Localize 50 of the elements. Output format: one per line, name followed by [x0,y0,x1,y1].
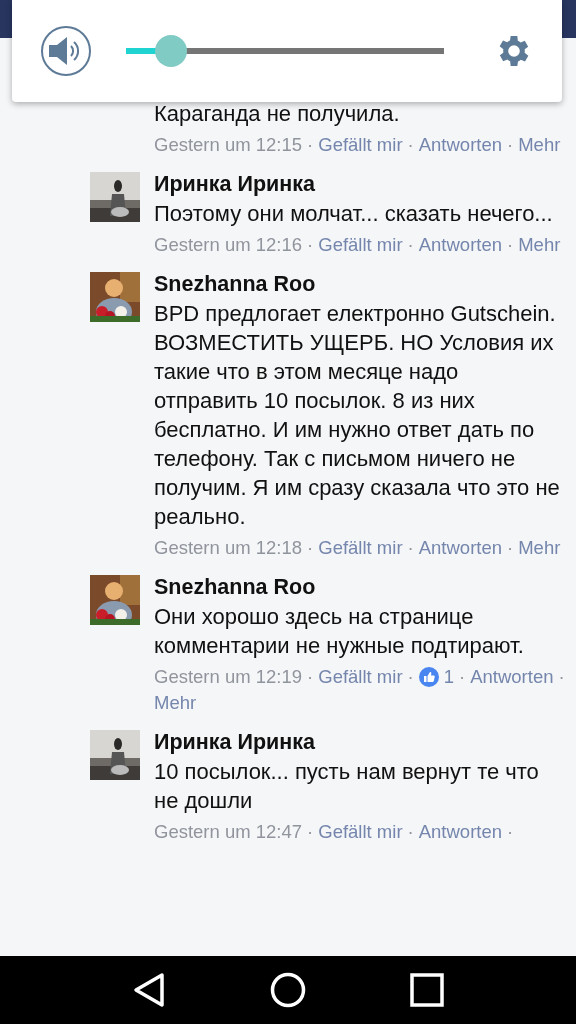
timestamp: Gestern um 12:16 [154,233,303,257]
author-name[interactable]: Snezhanna Roo [154,270,568,299]
comment-text: Караганда не получила. [154,100,401,128]
action-link[interactable]: Gefällt mir [318,664,403,690]
author-name[interactable]: Иринка Иринка [154,728,568,757]
action-link[interactable]: Mehr [518,132,561,158]
timestamp: Gestern um 12:19 [154,665,303,689]
action-link[interactable]: Antworten [418,132,503,158]
action-link[interactable]: Mehr [518,232,561,258]
separator-dot: · [307,536,314,560]
author-name[interactable]: Snezhanna Roo [154,573,568,602]
comment-text: Они хорошо здесь на странице комментарии не нужные подтирают. [154,603,525,660]
comment-text: Поэтому они молчат... сказать нечего... [154,200,554,228]
separator-dot: · [307,233,314,257]
separator-dot: · [307,820,314,844]
action-link[interactable]: Gefällt mir [318,819,403,845]
like-count: 1 [443,665,455,689]
timestamp: Gestern um 12:18 [154,536,303,560]
separator-dot: · [407,820,414,844]
separator-dot: · [459,665,466,689]
separator-dot: · [407,133,414,157]
action-link[interactable]: Antworten [418,232,503,258]
action-link[interactable]: Antworten [418,535,503,561]
separator-dot: · [558,665,565,689]
action-link[interactable]: Antworten [470,664,554,690]
separator-dot: · [507,536,514,560]
separator-dot: · [507,233,514,257]
action-link[interactable]: Gefällt mir [318,132,403,158]
separator-dot: · [407,665,414,689]
separator-dot: · [307,133,314,157]
home-button[interactable] [268,970,308,1010]
separator-dot: · [507,133,514,157]
author-name[interactable]: Иринка Иринка [154,170,568,199]
action-link[interactable]: Antworten [418,819,503,845]
volume-slider[interactable] [126,35,444,67]
separator-dot: · [507,820,514,844]
comment-text: BPD предлогает електронно Gutschein. ВОЗМЕСТИТЬ УЩЕРБ. НО Условия их такие что в этом месяце надо отправить 10 посылок. 8 из них бесплатно. И им нужно ответ дать по телефону. Так с письмом ничего не получим. Я им сразу сказала что это не реально. [154,300,561,531]
action-link[interactable]: Mehr [154,690,197,716]
slider-thumb[interactable] [154,35,187,67]
comment-text: 10 посылок... пусть нам вернут те что не дошли [154,758,540,815]
separator-dot: · [407,536,414,560]
separator-dot: · [307,665,314,689]
timestamp: Gestern um 12:47 [154,820,303,844]
timestamp: Gestern um 12:15 [154,133,303,157]
like-icon [418,667,439,687]
action-link[interactable]: Gefällt mir [318,535,403,561]
separator-dot: · [407,233,414,257]
action-link[interactable]: Mehr [518,535,561,561]
speaker-icon[interactable] [40,25,92,77]
action-link[interactable]: Gefällt mir [318,232,403,258]
